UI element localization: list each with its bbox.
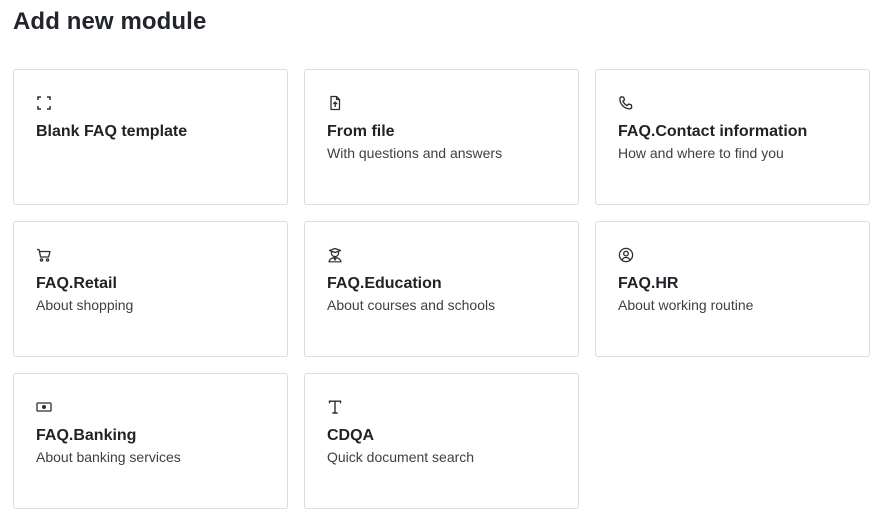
user-circle-icon <box>618 247 634 263</box>
page-title: Add new module <box>13 8 207 35</box>
fullscreen-icon <box>36 95 52 111</box>
module-title: FAQ.Banking <box>36 427 137 444</box>
module-title: CDQA <box>327 427 375 444</box>
module-description: With questions and answers <box>327 145 503 161</box>
module-card-retail[interactable]: FAQ.Retail About shopping <box>13 221 288 357</box>
module-card-blank-faq-template[interactable]: Blank FAQ template <box>13 69 288 205</box>
shopping-cart-icon <box>36 247 52 263</box>
module-title: FAQ.Education <box>327 275 442 292</box>
module-title: FAQ.Retail <box>36 275 117 292</box>
module-title: From file <box>327 123 395 140</box>
module-grid: Blank FAQ template From file With questi… <box>13 69 870 509</box>
module-title: Blank FAQ template <box>36 123 188 140</box>
module-description: About courses and schools <box>327 297 496 313</box>
module-card-from-file[interactable]: From file With questions and answers <box>304 69 579 205</box>
module-card-education[interactable]: FAQ.Education About courses and schools <box>304 221 579 357</box>
module-card-hr[interactable]: FAQ.HR About working routine <box>595 221 870 357</box>
text-t-icon <box>327 399 343 415</box>
module-description: About shopping <box>36 297 134 313</box>
module-card-cdqa[interactable]: CDQA Quick document search <box>304 373 579 509</box>
module-title: FAQ.HR <box>618 275 679 292</box>
module-card-contact-information[interactable]: FAQ.Contact information How and where to… <box>595 69 870 205</box>
module-description: About working routine <box>618 297 754 313</box>
graduate-icon <box>327 247 343 263</box>
phone-icon <box>618 95 634 111</box>
module-description: About banking services <box>36 449 181 465</box>
file-upload-icon <box>327 95 343 111</box>
module-title: FAQ.Contact information <box>618 123 808 140</box>
module-description: How and where to find you <box>618 145 784 161</box>
module-description: Quick document search <box>327 449 475 465</box>
banknote-icon <box>36 399 52 415</box>
module-card-banking[interactable]: FAQ.Banking About banking services <box>13 373 288 509</box>
